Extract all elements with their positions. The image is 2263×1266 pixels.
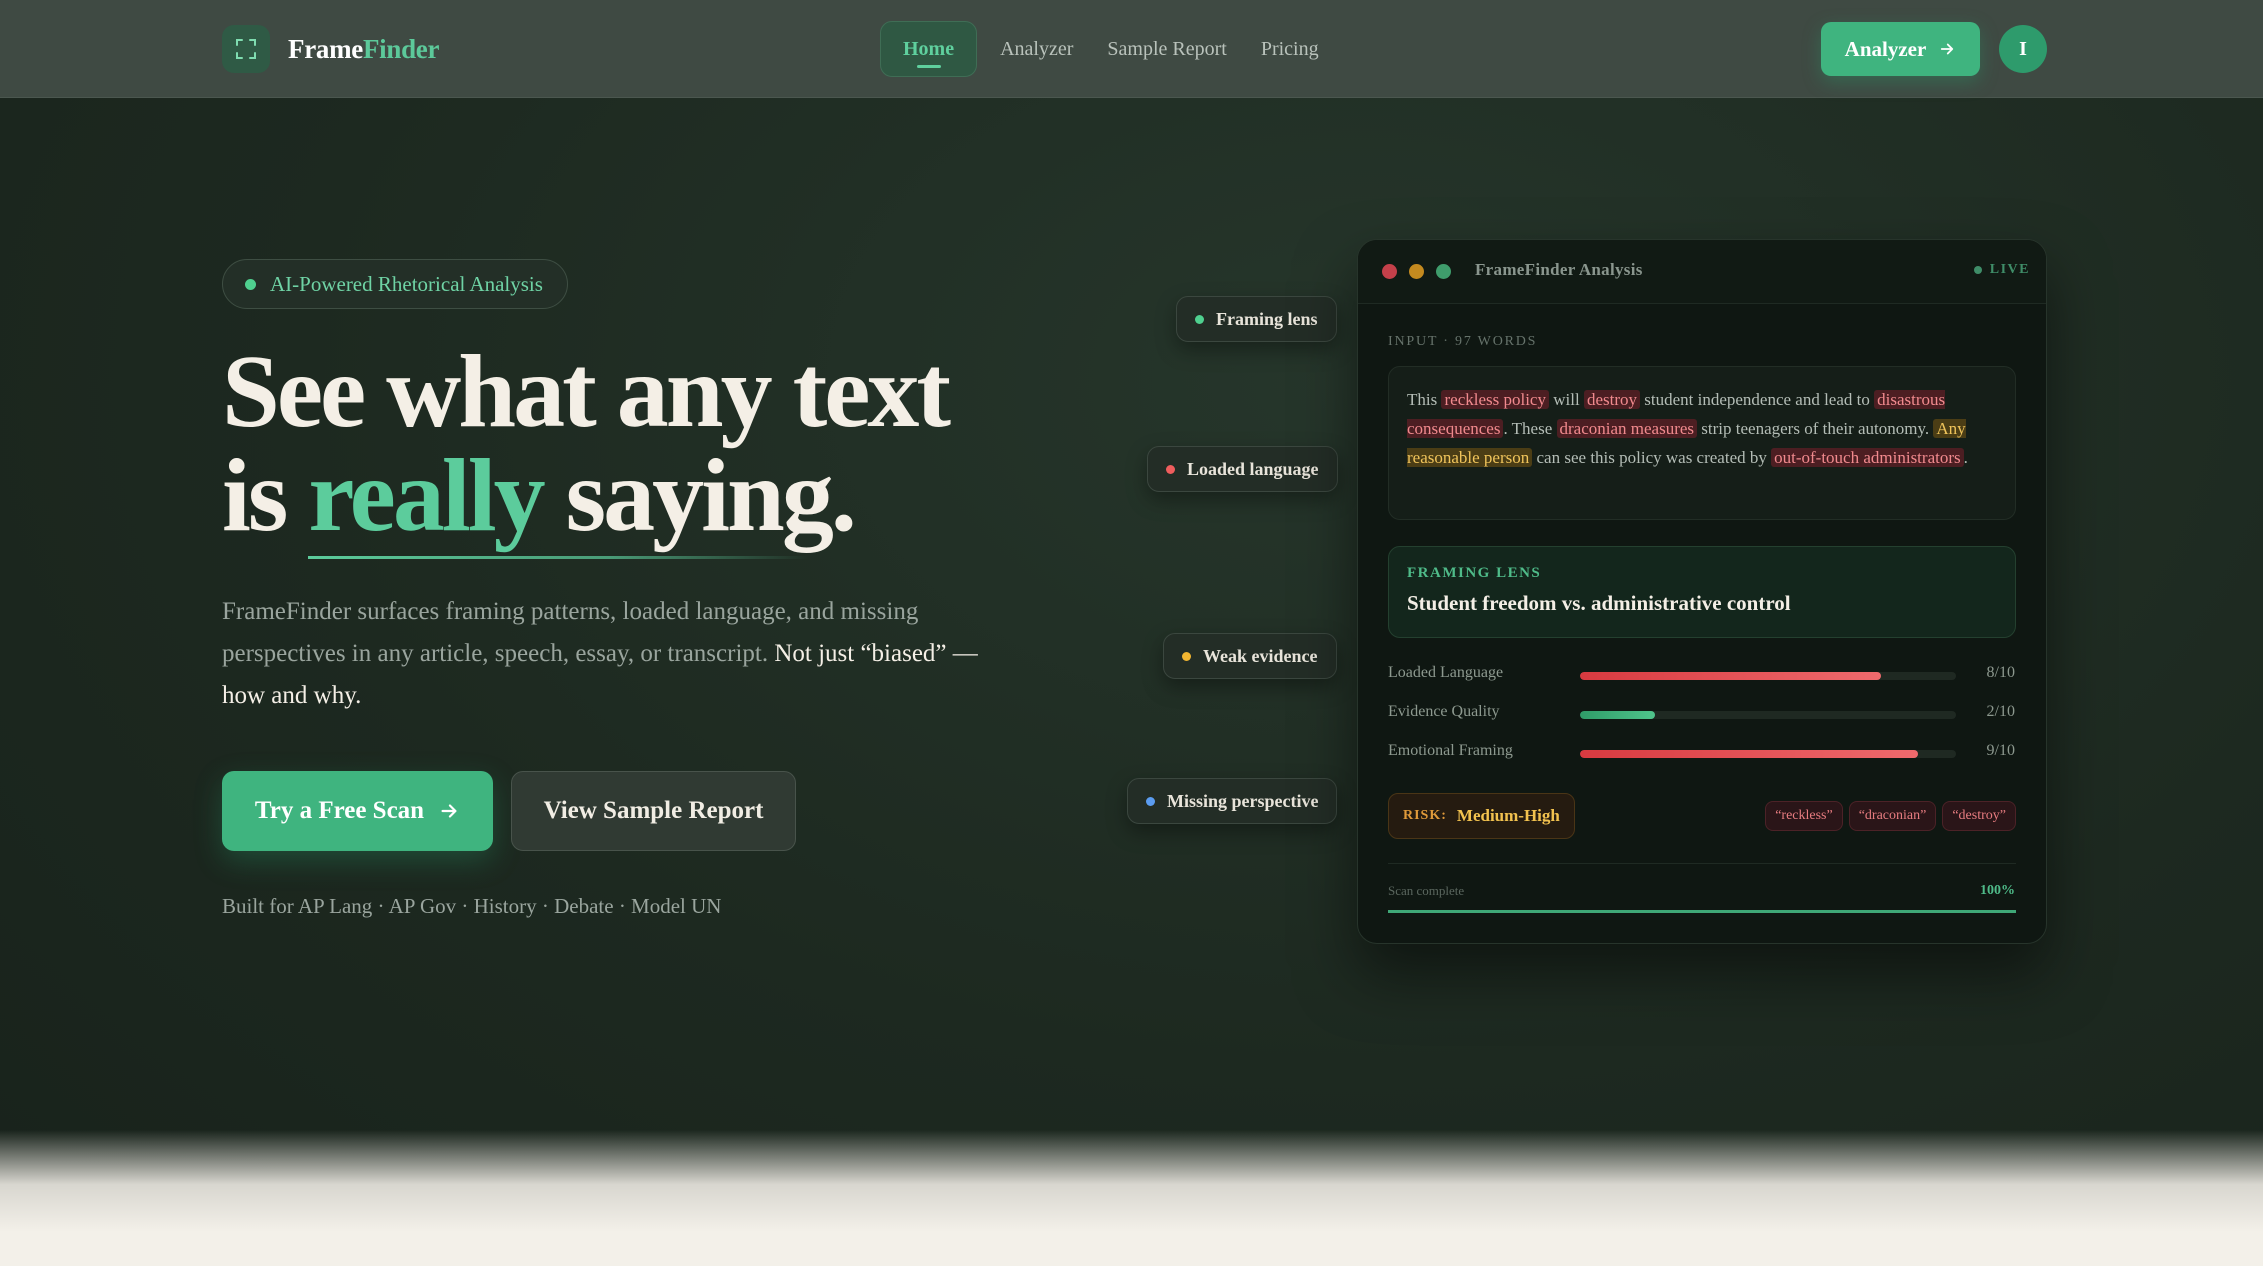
metric-label-evidence-quality: Evidence Quality	[1388, 703, 1500, 720]
text-segment: . These	[1503, 419, 1557, 438]
headline-line1: See what any text	[222, 334, 951, 449]
nav-link-analyzer[interactable]: Analyzer	[989, 21, 1084, 77]
headline-line2: is really saying.	[222, 444, 1082, 548]
logo-text-frame: Frame	[288, 33, 363, 64]
nav-link-pricing[interactable]: Pricing	[1250, 21, 1330, 77]
red-dot-icon	[1166, 464, 1175, 474]
highlight-loaded: out-of-touch administrators	[1771, 448, 1964, 467]
scan-progress-bar	[1388, 910, 2016, 913]
status-dot-icon	[245, 278, 256, 290]
arrow-right-icon	[1941, 43, 1954, 55]
framing-lens-value: Student freedom vs. administrative contr…	[1407, 591, 1791, 615]
arrow-right-icon	[441, 804, 457, 818]
landing-page: FrameFinder Home Analyzer Sample Report …	[0, 0, 2263, 1266]
view-sample-report-button[interactable]: View Sample Report	[511, 771, 796, 851]
word-chip: “reckless”	[1765, 801, 1843, 831]
text-segment: This	[1407, 390, 1442, 409]
tag-loaded-language: Loaded language	[1147, 446, 1338, 492]
highlight-loaded: destroy	[1583, 390, 1640, 409]
minimize-dot-icon	[1409, 264, 1424, 279]
text-segment: .	[1963, 448, 1968, 467]
risk-badge: RISK: Medium-High	[1388, 793, 1575, 839]
tag-weak-evidence: Weak evidence	[1163, 633, 1337, 679]
scan-percent: 100%	[1980, 883, 2015, 898]
built-for-text: Built for AP Lang · AP Gov · History · D…	[222, 894, 722, 918]
logo-text: FrameFinder	[288, 34, 439, 65]
analysis-card: FrameFinder Analysis LIVE INPUT · 97 WOR…	[1357, 239, 2047, 944]
close-dot-icon	[1382, 264, 1397, 279]
card-header: FrameFinder Analysis LIVE	[1358, 240, 2046, 304]
headline-really: really	[308, 438, 545, 553]
text-segment: student independence and lead to	[1639, 390, 1875, 409]
metric-fill	[1580, 672, 1881, 680]
word-chip: “destroy”	[1942, 801, 2016, 831]
logo[interactable]: FrameFinder	[222, 25, 439, 73]
input-text: This reckless policy will destroy studen…	[1388, 366, 2016, 520]
framing-lens-box: FRAMING LENS Student freedom vs. adminis…	[1388, 546, 2016, 638]
headline-underline	[308, 556, 808, 559]
blue-dot-icon	[1146, 796, 1155, 806]
frame-icon	[222, 25, 270, 73]
risk-value: Medium-High	[1456, 806, 1560, 825]
live-dot-icon	[1973, 266, 1982, 274]
tag-missing-perspective: Missing perspective	[1127, 778, 1338, 824]
top-nav: FrameFinder Home Analyzer Sample Report …	[0, 0, 2263, 98]
scan-progress-fill	[1388, 910, 2016, 913]
next-section-fade	[0, 1130, 2263, 1266]
nav-links: Home Analyzer Sample Report Pricing	[880, 21, 1330, 77]
word-chip: “draconian”	[1848, 801, 1937, 831]
scan-status-label: Scan complete	[1388, 883, 1465, 898]
input-label: INPUT · 97 WORDS	[1388, 334, 1538, 349]
highlight-loaded: draconian measures	[1556, 419, 1698, 438]
metric-label-emotional-framing: Emotional Framing	[1388, 742, 1513, 759]
hero-headline: See what any text is really saying.	[222, 340, 1082, 548]
text-segment: can see this policy was created by	[1532, 448, 1772, 467]
headline-saying: saying.	[565, 438, 857, 553]
yellow-dot-icon	[1182, 651, 1191, 661]
metric-fill	[1580, 711, 1656, 719]
tag-loaded-language-label: Loaded language	[1187, 458, 1319, 479]
live-indicator: LIVE	[1973, 262, 2030, 278]
risk-label: RISK:	[1403, 808, 1447, 823]
tag-missing-perspective-label: Missing perspective	[1167, 790, 1319, 811]
card-title: FrameFinder Analysis	[1475, 260, 1643, 279]
metric-bar-loaded-language	[1580, 672, 1956, 680]
live-label: LIVE	[1989, 262, 2030, 277]
avatar[interactable]: I	[1999, 25, 2047, 73]
metric-bar-evidence-quality	[1580, 711, 1956, 719]
nav-link-sample-report[interactable]: Sample Report	[1096, 21, 1237, 77]
framing-lens-label: FRAMING LENS	[1407, 565, 1542, 581]
hero-badge: AI-Powered Rhetorical Analysis	[222, 259, 568, 309]
metric-fill	[1580, 750, 1919, 758]
metric-label-loaded-language: Loaded Language	[1388, 664, 1504, 681]
maximize-dot-icon	[1436, 264, 1451, 279]
green-dot-icon	[1195, 314, 1204, 324]
logo-text-finder: Finder	[362, 33, 440, 64]
try-free-scan-label: Try a Free Scan	[254, 797, 425, 824]
metric-score-evidence-quality: 2/10	[1986, 703, 2015, 720]
text-segment: will	[1548, 390, 1584, 409]
metric-bar-emotional-framing	[1580, 750, 1956, 758]
tag-framing-lens: Framing lens	[1176, 296, 1337, 342]
loaded-word-chips: “reckless” “draconian” “destroy”	[1765, 801, 2016, 831]
tag-framing-lens-label: Framing lens	[1216, 308, 1318, 329]
card-divider	[1388, 863, 2016, 864]
text-segment: strip teenagers of their autonomy.	[1697, 419, 1934, 438]
try-free-scan-button[interactable]: Try a Free Scan	[222, 771, 493, 851]
headline-is: is	[222, 438, 288, 553]
highlight-loaded: reckless policy	[1441, 390, 1549, 409]
metric-score-loaded-language: 8/10	[1986, 664, 2015, 681]
metric-score-emotional-framing: 9/10	[1986, 742, 2015, 759]
tag-weak-evidence-label: Weak evidence	[1203, 645, 1318, 666]
analyzer-button[interactable]: Analyzer	[1821, 22, 1980, 76]
hero-subcopy: FrameFinder surfaces framing patterns, l…	[222, 591, 982, 717]
analyzer-button-label: Analyzer	[1844, 36, 1927, 61]
nav-link-home[interactable]: Home	[880, 21, 978, 77]
hero-badge-label: AI-Powered Rhetorical Analysis	[270, 271, 543, 296]
